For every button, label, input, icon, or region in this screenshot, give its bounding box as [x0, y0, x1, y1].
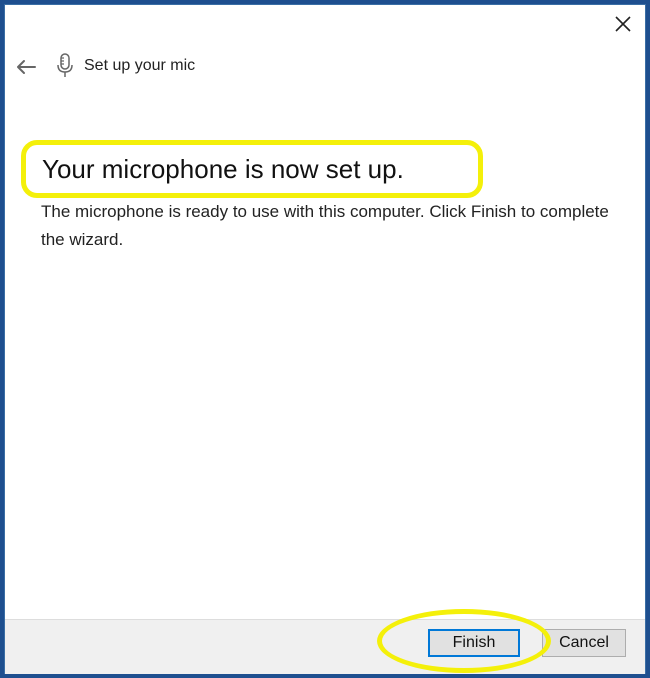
arrow-left-icon — [17, 60, 36, 74]
back-button[interactable] — [11, 53, 41, 81]
wizard-title: Set up your mic — [84, 57, 196, 74]
microphone-icon — [57, 53, 73, 77]
close-icon — [615, 16, 631, 32]
finish-button[interactable]: Finish — [428, 629, 520, 657]
cancel-button[interactable]: Cancel — [542, 629, 626, 657]
wizard-window: Set up your mic Your microphone is now s… — [4, 4, 646, 674]
close-button[interactable] — [603, 7, 643, 41]
page-heading: Your microphone is now set up. — [42, 154, 404, 184]
wizard-footer: Finish Cancel — [5, 619, 645, 674]
page-description: The microphone is ready to use with this… — [41, 202, 609, 249]
